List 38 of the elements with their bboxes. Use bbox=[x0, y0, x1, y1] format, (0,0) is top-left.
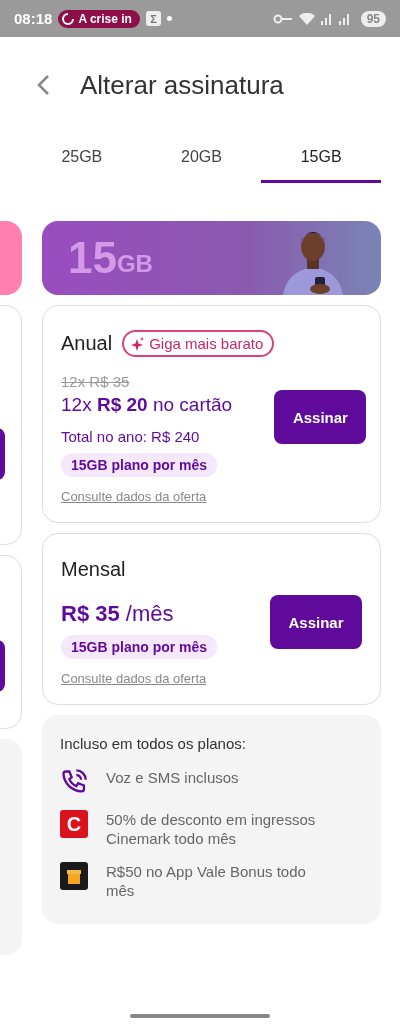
media-title: A crise in bbox=[78, 11, 132, 26]
plan-name: Mensal bbox=[61, 558, 126, 581]
plan-name: Anual bbox=[61, 332, 113, 355]
page-title: Alterar assinatura bbox=[80, 69, 284, 101]
benefit-text: Voz e SMS inclusos bbox=[106, 768, 240, 787]
podcast-icon bbox=[62, 12, 75, 25]
app-badge: Σ bbox=[145, 11, 161, 26]
battery-level: 95 bbox=[360, 10, 386, 27]
signal-icon bbox=[338, 12, 351, 25]
benefit-text: R$50 no App Vale Bonus todo mês bbox=[106, 862, 307, 900]
plan-price: 12x R$ 20 no cartão bbox=[61, 394, 233, 416]
badge-text: Giga mais barato bbox=[149, 335, 264, 352]
offer-link[interactable]: Consulte dados da oferta bbox=[61, 489, 207, 504]
sparkle-icon bbox=[131, 336, 146, 351]
offer-link[interactable]: Consulte dados da oferta bbox=[61, 671, 207, 686]
signal-icon bbox=[320, 12, 333, 25]
plan-tab[interactable]: 20GB bbox=[141, 133, 262, 183]
inclusions-title: Incluso em todos os planos: bbox=[60, 735, 247, 752]
wifi-icon bbox=[298, 12, 315, 25]
plan-price: R$ 35 /mês bbox=[61, 601, 174, 627]
plan-tab[interactable]: 25GB bbox=[22, 133, 142, 183]
dot-icon bbox=[166, 16, 172, 21]
data-tag: 15GB plano por mês bbox=[61, 635, 218, 659]
subscribe-button[interactable]: Assinar bbox=[274, 390, 367, 444]
old-price: 12x R$ 35 bbox=[61, 373, 130, 390]
media-chip[interactable]: A crise in bbox=[58, 9, 140, 28]
benefit-text: 50% de desconto em ingressos Cinemark todo mês bbox=[106, 810, 317, 848]
subscribe-button[interactable]: Assinar bbox=[270, 595, 362, 649]
plan-tab[interactable]: 15GB bbox=[261, 133, 381, 183]
back-button[interactable] bbox=[36, 74, 50, 96]
cinema-logo: C bbox=[60, 810, 88, 838]
annual-total: Total no ano: R$ 240 bbox=[61, 428, 200, 445]
clock-time: 08:18 bbox=[14, 10, 53, 27]
gift-icon bbox=[60, 862, 88, 890]
banner-unit: GB bbox=[116, 250, 153, 278]
key-icon bbox=[272, 13, 293, 24]
banner-amount: 15 bbox=[68, 233, 117, 283]
data-tag: 15GB plano por mês bbox=[61, 453, 218, 477]
